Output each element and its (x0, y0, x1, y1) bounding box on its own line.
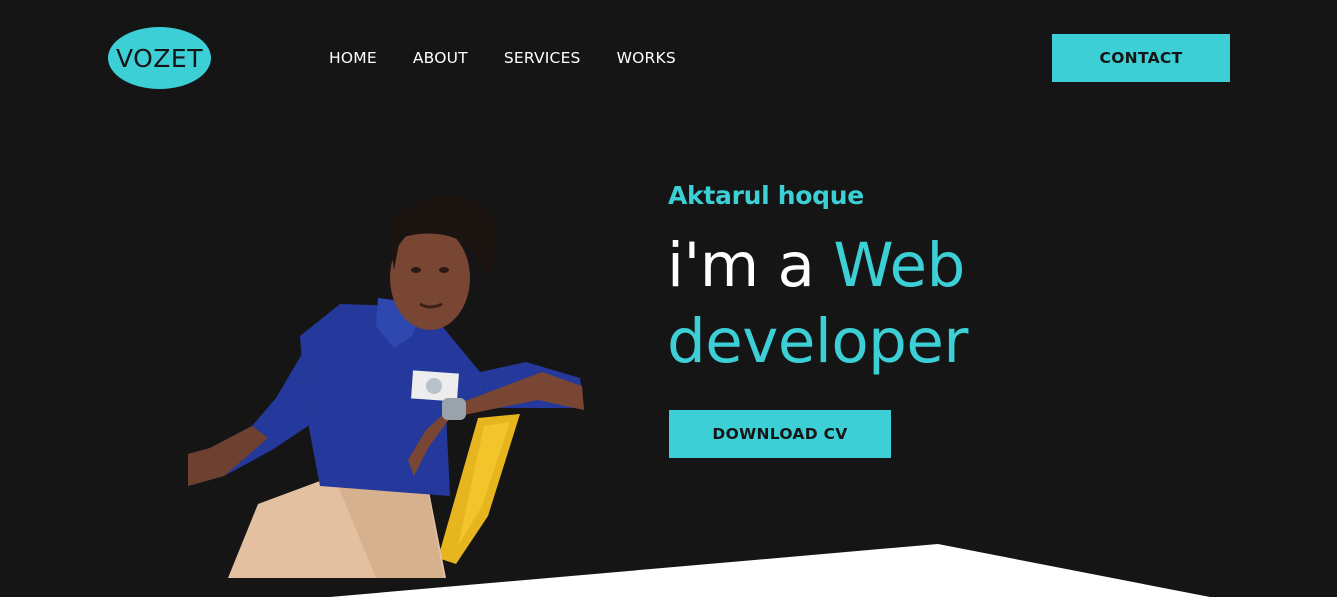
contact-button[interactable]: CONTACT (1052, 34, 1230, 82)
logo[interactable]: VOZET (108, 27, 211, 89)
hero-title: i'm a Web developer (667, 228, 968, 380)
hero-title-role: developer (667, 306, 968, 377)
hero-title-accent: Web (833, 230, 965, 301)
nav-services[interactable]: SERVICES (504, 48, 581, 68)
nav-works[interactable]: WORKS (617, 48, 676, 68)
logo-text: VOZET (115, 43, 204, 73)
main-nav: HOME ABOUT SERVICES WORKS (329, 48, 676, 68)
nav-home[interactable]: HOME (329, 48, 377, 68)
nav-about[interactable]: ABOUT (413, 48, 468, 68)
hero-title-lead: i'm a (667, 230, 815, 301)
download-cv-button[interactable]: DOWNLOAD CV (669, 410, 891, 458)
profile-photo (188, 196, 584, 578)
hero-name: Aktarul hoque (668, 181, 864, 210)
